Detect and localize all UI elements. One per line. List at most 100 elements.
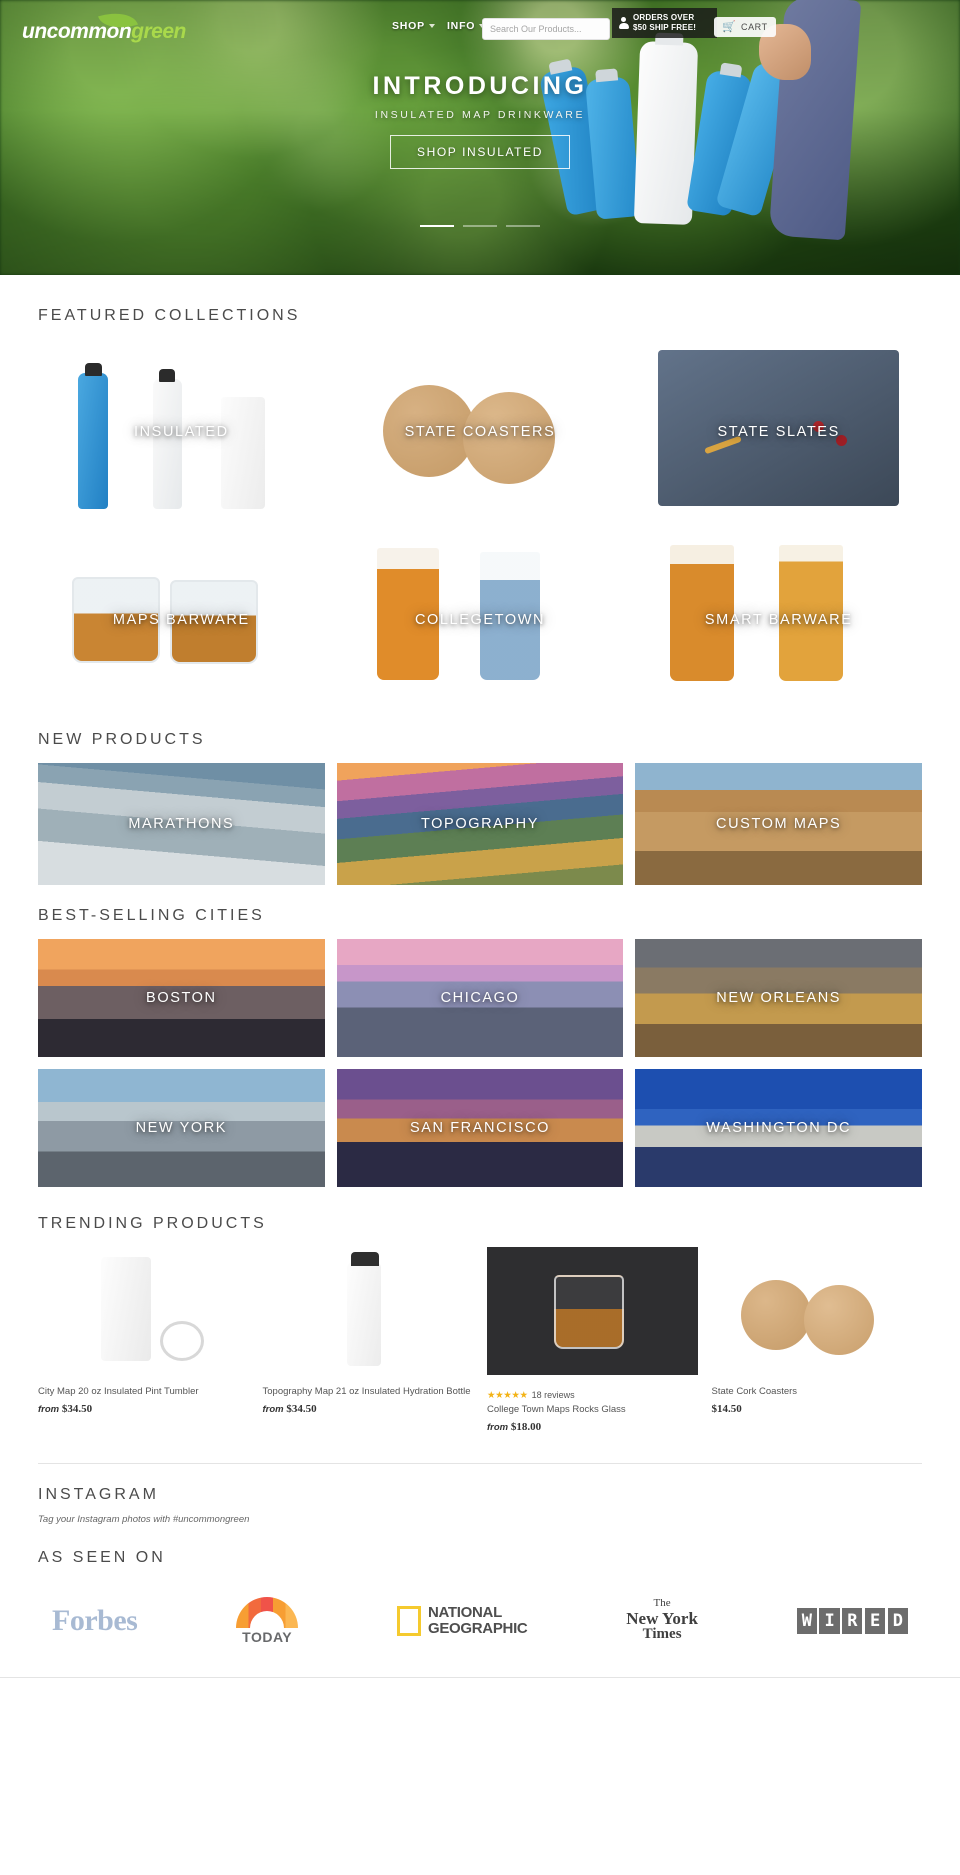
new-products-row: MARATHONS TOPOGRAPHY CUSTOM MAPS xyxy=(38,763,923,885)
hero-subtitle: INSULATED MAP DRINKWARE xyxy=(374,109,586,121)
product-card-cork-coasters[interactable]: State Cork Coasters $14.50 xyxy=(711,1247,923,1433)
city-label-san-francisco: SAN FRANCISCO xyxy=(409,1120,551,1136)
new-product-label-topography: TOPOGRAPHY xyxy=(420,816,540,832)
hero-title: INTRODUCING xyxy=(372,72,588,100)
city-tile-chicago[interactable]: CHICAGO xyxy=(336,939,624,1057)
today-label: TODAY xyxy=(242,1628,293,1645)
today-arc-icon xyxy=(236,1596,299,1628)
cart-button[interactable]: 🛒 CART xyxy=(714,17,776,37)
product-bottle-white xyxy=(152,369,182,509)
collection-tile-maps-barware[interactable]: MAPS BARWARE xyxy=(38,527,325,705)
city-label-new-york: NEW YORK xyxy=(135,1120,228,1136)
collection-tile-state-slates[interactable]: STATE SLATES xyxy=(635,339,923,517)
cities-row-2: NEW YORK SAN FRANCISCO WASHINGTON DC xyxy=(38,1069,923,1187)
nav-label-shop: SHOP xyxy=(392,20,425,32)
product-price: $14.50 xyxy=(712,1403,923,1415)
price-prefix: from xyxy=(262,1403,284,1415)
product-card-hydration-bottle[interactable]: Topography Map 21 oz Insulated Hydration… xyxy=(262,1247,474,1433)
instagram-note: Tag your Instagram photos with #uncommon… xyxy=(38,1513,250,1525)
nyt-label-3: Times xyxy=(642,1626,682,1643)
product-tumbler-white xyxy=(221,397,266,509)
best-selling-cities-title: BEST-SELLING CITIES xyxy=(38,907,265,924)
featured-collections-section: FEATURED COLLECTIONS INSULATED STATE COA… xyxy=(0,275,960,705)
carousel-indicators xyxy=(0,225,960,227)
wired-letter-e: E xyxy=(864,1607,886,1634)
carousel-dot-1[interactable] xyxy=(420,225,454,227)
site-logo[interactable]: uncommongreen xyxy=(22,6,186,44)
nav-item-shop[interactable]: SHOP xyxy=(392,20,435,32)
price-amount: $34.50 xyxy=(61,1402,93,1415)
product-name: City Map 20 oz Insulated Pint Tumbler xyxy=(38,1386,199,1397)
nav-label-info: INFO xyxy=(446,20,476,32)
product-slate-board xyxy=(658,349,900,507)
product-rocks-glass-2 xyxy=(169,580,258,665)
city-tile-new-york[interactable]: NEW YORK xyxy=(38,1069,325,1187)
coaster-2 xyxy=(804,1285,875,1356)
shipping-banner-line2: $50 SHIP FREE! xyxy=(633,23,697,32)
product-image-cork-coasters xyxy=(711,1247,922,1375)
city-tile-new-orleans[interactable]: NEW ORLEANS xyxy=(635,939,923,1057)
collection-tile-collegetown[interactable]: COLLEGETOWN xyxy=(336,527,624,705)
nav-item-info[interactable]: INFO xyxy=(446,20,486,32)
wired-letter-r: R xyxy=(842,1607,863,1634)
hero-cta-button[interactable]: SHOP INSULATED xyxy=(390,135,570,169)
product-image-hydration-bottle xyxy=(262,1247,473,1375)
carousel-dot-3[interactable] xyxy=(506,225,540,227)
product-pint-glass-2 xyxy=(480,551,540,680)
product-price: from $18.00 xyxy=(487,1421,698,1433)
forbes-logo[interactable]: Forbes xyxy=(52,1604,138,1638)
coaster-1 xyxy=(740,1280,811,1351)
city-tile-boston[interactable]: BOSTON xyxy=(38,939,325,1057)
featured-row-1: INSULATED STATE COASTERS STATE SLATES xyxy=(38,339,923,517)
press-logos: Forbes TODAY NATIONAL GEOGRAPHIC The New… xyxy=(38,1581,922,1671)
city-tile-san-francisco[interactable]: SAN FRANCISCO xyxy=(336,1069,624,1187)
hero-banner: uncommongreen SHOP INFO ORDERS OVER $50 … xyxy=(0,0,960,275)
city-label-chicago: CHICAGO xyxy=(440,990,520,1006)
city-label-boston: BOSTON xyxy=(146,990,217,1006)
chevron-down-icon xyxy=(428,24,435,28)
wired-letter-w: W xyxy=(796,1607,817,1634)
bottle-body xyxy=(346,1262,381,1367)
wired-logo[interactable]: W I R E D xyxy=(796,1607,908,1634)
price-amount: $34.50 xyxy=(286,1402,317,1415)
product-pint-glass-4 xyxy=(778,544,843,681)
new-product-tile-topography[interactable]: TOPOGRAPHY xyxy=(336,763,624,885)
today-logo[interactable]: TODAY xyxy=(236,1596,299,1645)
star-rating-icon: ★★★★★ xyxy=(487,1390,528,1401)
carousel-dot-2[interactable] xyxy=(463,225,497,227)
wired-letter-d: D xyxy=(887,1607,908,1634)
featured-collections-title: FEATURED COLLECTIONS xyxy=(38,307,301,324)
product-image-rocks-glass xyxy=(487,1247,698,1375)
new-products-title: NEW PRODUCTS xyxy=(38,731,206,748)
trending-products-title: TRENDING PRODUCTS xyxy=(38,1215,267,1232)
hero-copy: INTRODUCING INSULATED MAP DRINKWARE SHOP… xyxy=(0,72,960,169)
collection-tile-insulated[interactable]: INSULATED xyxy=(38,339,325,517)
nyt-label-2: New York xyxy=(626,1608,698,1628)
national-geographic-logo[interactable]: NATIONAL GEOGRAPHIC xyxy=(396,1605,528,1636)
new-product-tile-custom-maps[interactable]: CUSTOM MAPS xyxy=(635,763,923,885)
collection-tile-smart-barware[interactable]: SMART BARWARE xyxy=(635,527,923,705)
new-product-label-custom-maps: CUSTOM MAPS xyxy=(716,816,842,832)
product-price: from $34.50 xyxy=(263,1403,474,1415)
free-shipping-banner: ORDERS OVER $50 SHIP FREE! xyxy=(612,8,717,38)
product-card-rocks-glass[interactable]: ★★★★★ 18 reviews College Town Maps Rocks … xyxy=(487,1247,698,1433)
new-product-tile-marathons[interactable]: MARATHONS xyxy=(38,763,325,885)
product-coaster-1 xyxy=(382,385,475,478)
instagram-section: INSTAGRAM Tag your Instagram photos with… xyxy=(0,1464,960,1525)
collection-tile-state-coasters[interactable]: STATE COASTERS xyxy=(336,339,624,517)
product-name: College Town Maps Rocks Glass xyxy=(487,1404,626,1415)
logo-text-secondary: green xyxy=(131,20,186,43)
tumbler-body xyxy=(101,1257,152,1362)
berry-1 xyxy=(813,420,825,432)
product-pint-glass-1 xyxy=(376,548,439,681)
best-selling-cities-section: BEST-SELLING CITIES BOSTON CHICAGO NEW O… xyxy=(0,885,960,1187)
product-card-tumbler[interactable]: City Map 20 oz Insulated Pint Tumbler fr… xyxy=(38,1247,249,1433)
new-york-times-logo[interactable]: The New York Times xyxy=(626,1597,698,1643)
bottle-cap xyxy=(350,1252,379,1267)
search-input[interactable] xyxy=(482,18,610,40)
product-name: Topography Map 21 oz Insulated Hydration… xyxy=(262,1386,471,1397)
city-tile-washington-dc[interactable]: WASHINGTON DC xyxy=(635,1069,923,1187)
product-pint-glass-3 xyxy=(669,544,734,681)
person-icon[interactable] xyxy=(618,17,629,29)
price-prefix: from xyxy=(487,1421,509,1433)
